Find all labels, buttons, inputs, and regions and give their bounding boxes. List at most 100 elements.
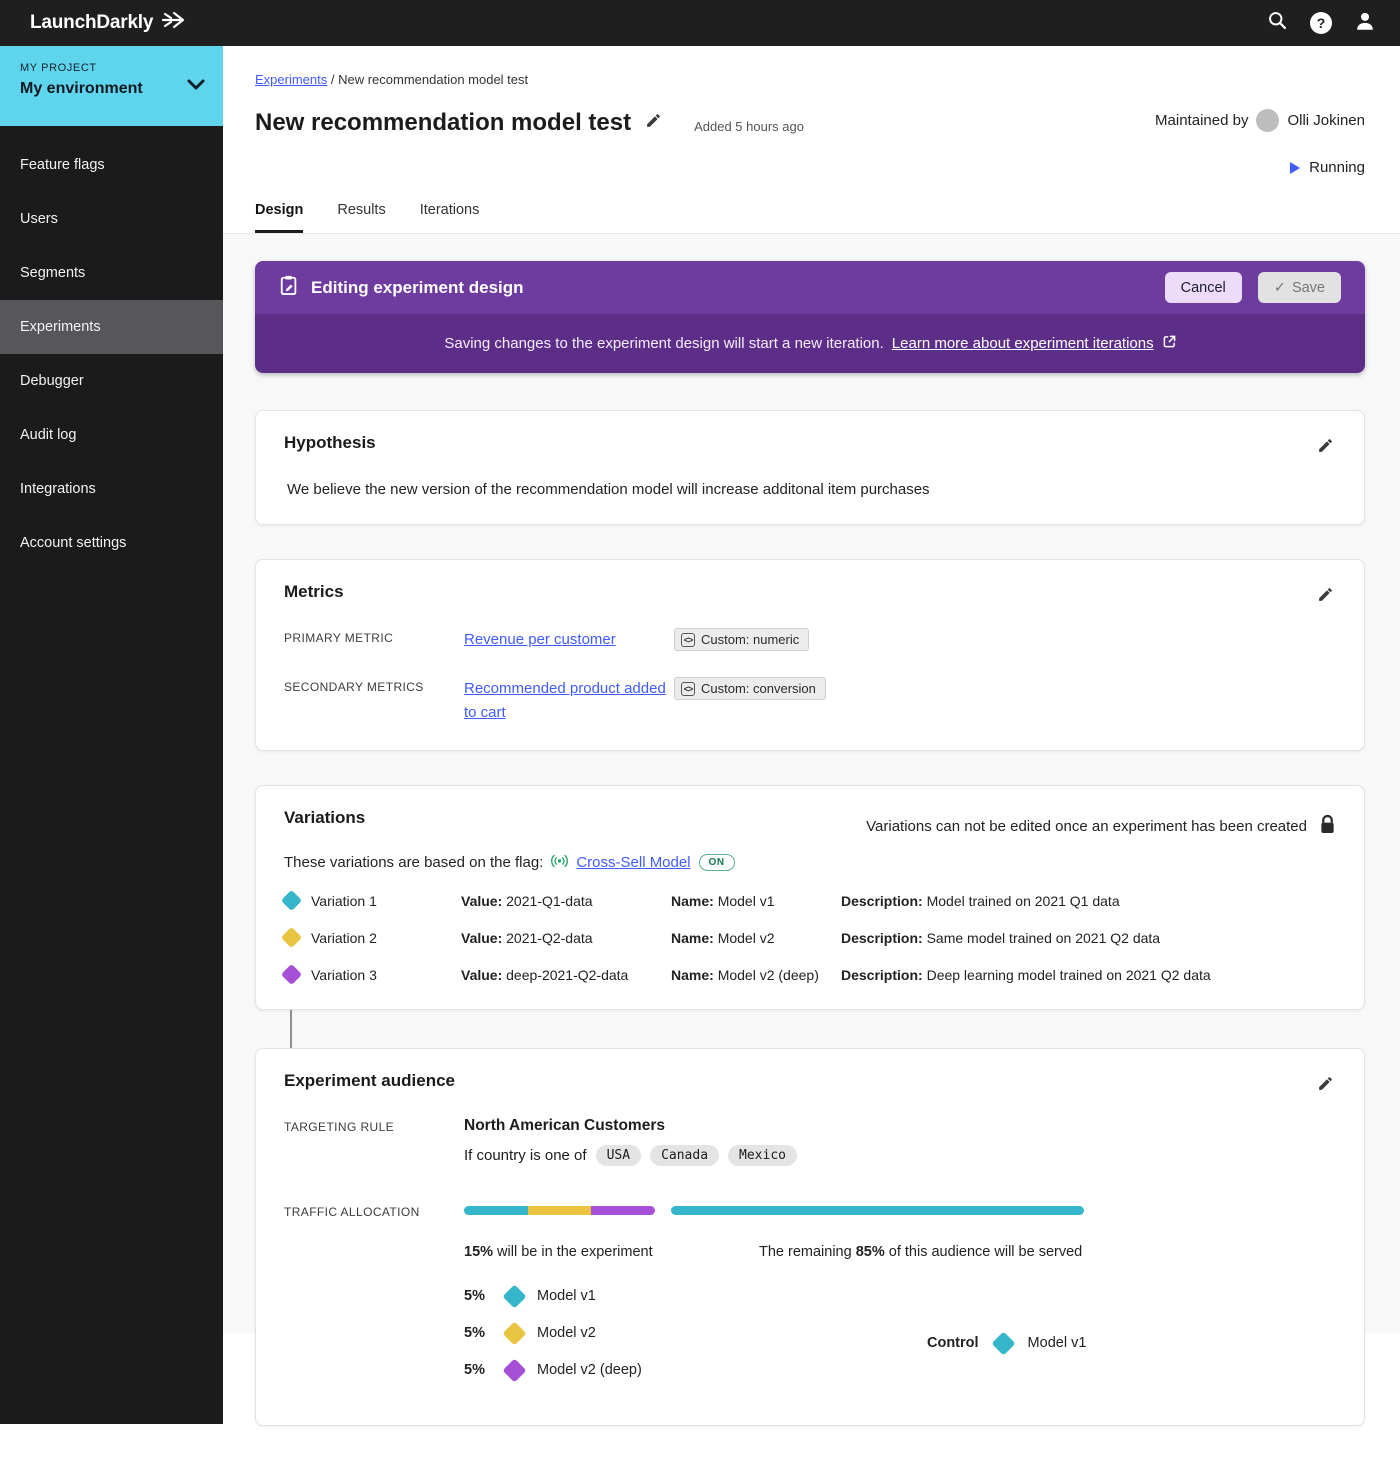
control-model-name: Model v1 <box>1028 1335 1087 1351</box>
secondary-metric-badge-label: Custom: conversion <box>701 681 816 696</box>
sidebar-item-debugger[interactable]: Debugger <box>0 354 223 408</box>
edit-audience-icon[interactable] <box>1317 1075 1334 1097</box>
metrics-title: Metrics <box>284 582 1336 602</box>
allocation-segment-model-v2-deep <box>591 1206 655 1215</box>
sidebar-item-integrations[interactable]: Integrations <box>0 462 223 516</box>
variation-row-3: Variation 3 Value: deep-2021-Q2-data Nam… <box>284 967 1336 983</box>
flag-on-badge: ON <box>699 854 735 871</box>
variation-row-2: Variation 2 Value: 2021-Q2-data Name: Mo… <box>284 930 1336 946</box>
remaining-allocation-bar <box>671 1206 1084 1215</box>
maintainer-avatar <box>1256 109 1279 132</box>
allocation-legend-model-v2: 5% Model v2 <box>464 1325 927 1342</box>
code-icon: <> <box>681 682 695 696</box>
model-v1-diamond-icon <box>502 1284 526 1308</box>
variation-2-diamond-icon <box>281 927 302 948</box>
sidebar-item-audit-log[interactable]: Audit log <box>0 408 223 462</box>
sidebar-item-users[interactable]: Users <box>0 192 223 246</box>
maintainer-name: Olli Jokinen <box>1287 112 1365 129</box>
maintained-by-label: Maintained by <box>1155 112 1248 129</box>
banner-message: Saving changes to the experiment design … <box>444 335 883 352</box>
hypothesis-text: We believe the new version of the recomm… <box>284 481 1336 498</box>
variation-2-name: Variation 2 <box>311 930 461 946</box>
primary-metric-badge-label: Custom: numeric <box>701 632 799 647</box>
sidebar-item-segments[interactable]: Segments <box>0 246 223 300</box>
edit-hypothesis-icon[interactable] <box>1317 437 1334 459</box>
hypothesis-card: Hypothesis We believe the new version of… <box>255 410 1365 525</box>
lock-icon <box>1319 814 1336 839</box>
variation-2-description: Description: Same model trained on 2021 … <box>841 930 1160 946</box>
save-button[interactable]: ✓Save <box>1258 272 1341 303</box>
external-link-icon <box>1163 335 1176 352</box>
primary-metric-label: PRIMARY METRIC <box>284 628 464 645</box>
primary-metric-link[interactable]: Revenue per customer <box>464 628 674 651</box>
sidebar-item-account-settings[interactable]: Account settings <box>0 516 223 570</box>
variation-1-description: Description: Model trained on 2021 Q1 da… <box>841 893 1120 909</box>
tab-design[interactable]: Design <box>255 202 303 233</box>
iterations-learn-more-link[interactable]: Learn more about experiment iterations <box>892 335 1154 352</box>
cross-sell-model-flag-link[interactable]: Cross-Sell Model <box>576 854 690 871</box>
edit-title-icon[interactable] <box>645 112 662 134</box>
model-v2-deep-diamond-icon <box>502 1358 526 1382</box>
variation-1-diamond-icon <box>281 890 302 911</box>
allocation-segment-model-v1 <box>464 1206 528 1215</box>
breadcrumb-experiments-link[interactable]: Experiments <box>255 72 327 87</box>
help-icon[interactable]: ? <box>1310 12 1332 34</box>
maintained-by: Maintained by Olli Jokinen <box>1155 109 1365 132</box>
traffic-allocation-bar <box>464 1206 1084 1215</box>
added-timestamp: Added 5 hours ago <box>694 113 804 134</box>
secondary-metric-row: SECONDARY METRICS Recommended product ad… <box>284 677 1336 724</box>
targeting-rule-name: North American Customers <box>464 1117 797 1135</box>
play-icon <box>1290 162 1300 174</box>
editing-banner: Editing experiment design Cancel ✓Save S… <box>255 261 1365 373</box>
breadcrumb: Experiments / New recommendation model t… <box>255 72 1365 87</box>
variation-3-name: Variation 3 <box>311 967 461 983</box>
environment-name: My environment <box>20 80 207 98</box>
flag-prefix-text: These variations are based on the flag: <box>284 854 543 871</box>
country-pill-canada: Canada <box>650 1145 719 1166</box>
rule-condition-text: If country is one of <box>464 1147 587 1164</box>
clipboard-edit-icon <box>279 274 299 301</box>
variation-2-value: Value: 2021-Q2-data <box>461 930 671 946</box>
variation-row-1: Variation 1 Value: 2021-Q1-data Name: Mo… <box>284 893 1336 909</box>
secondary-metric-label: SECONDARY METRICS <box>284 677 464 694</box>
tab-results[interactable]: Results <box>337 202 385 233</box>
country-pill-mexico: Mexico <box>728 1145 797 1166</box>
search-icon[interactable] <box>1267 10 1288 36</box>
variation-1-name: Variation 1 <box>311 893 461 909</box>
variations-lock-note: Variations can not be edited once an exp… <box>866 814 1336 839</box>
variation-1-value: Value: 2021-Q1-data <box>461 893 671 909</box>
control-label: Control <box>927 1335 979 1351</box>
top-bar: LaunchDarkly ? <box>0 0 1400 46</box>
card-connector-line <box>290 1010 1365 1048</box>
lock-note-text: Variations can not be edited once an exp… <box>866 818 1307 835</box>
traffic-allocation-label: TRAFFIC ALLOCATION <box>284 1202 464 1399</box>
primary-metric-badge: <> Custom: numeric <box>674 628 809 651</box>
targeting-rule-label: TARGETING RULE <box>284 1117 464 1166</box>
page-header: Experiments / New recommendation model t… <box>223 46 1400 233</box>
audience-title: Experiment audience <box>284 1071 1336 1091</box>
chevron-down-icon <box>187 78 205 96</box>
variation-1-model-name: Name: Model v1 <box>671 893 841 909</box>
variation-3-value: Value: deep-2021-Q2-data <box>461 967 671 983</box>
user-account-icon[interactable] <box>1354 10 1376 37</box>
variation-3-description: Description: Deep learning model trained… <box>841 967 1211 983</box>
allocation-legend-model-v1: 5% Model v1 <box>464 1288 927 1305</box>
logo-text: LaunchDarkly <box>30 12 153 34</box>
sidebar-item-feature-flags[interactable]: Feature flags <box>0 138 223 192</box>
variation-3-model-name: Name: Model v2 (deep) <box>671 967 841 983</box>
launchdarkly-logo[interactable]: LaunchDarkly <box>30 11 187 35</box>
launchdarkly-arrow-icon <box>161 11 187 35</box>
cancel-button[interactable]: Cancel <box>1165 272 1242 303</box>
banner-title: Editing experiment design <box>311 278 524 298</box>
variation-2-model-name: Name: Model v2 <box>671 930 841 946</box>
metrics-card: Metrics PRIMARY METRIC Revenue per custo… <box>255 559 1365 751</box>
tab-iterations[interactable]: Iterations <box>420 202 480 233</box>
environment-switcher[interactable]: MY PROJECT My environment <box>0 46 223 126</box>
sidebar-item-experiments[interactable]: Experiments <box>0 300 223 354</box>
edit-metrics-icon[interactable] <box>1317 586 1334 608</box>
page-title: New recommendation model test <box>255 109 631 137</box>
code-icon: <> <box>681 633 695 647</box>
variations-card: Variations Variations can not be edited … <box>255 785 1365 1010</box>
control-diamond-icon <box>991 1331 1015 1355</box>
secondary-metric-link[interactable]: Recommended product added to cart <box>464 677 674 724</box>
